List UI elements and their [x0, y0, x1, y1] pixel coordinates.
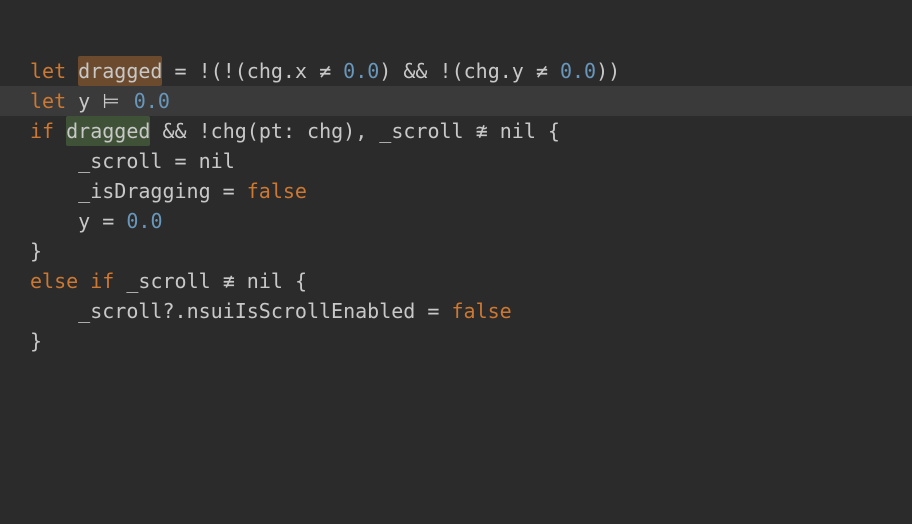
keyword-let: let [30, 56, 66, 86]
literal-false: false [451, 296, 511, 326]
keyword-let: let [30, 86, 66, 116]
code-line[interactable]: _isDragging = false [0, 176, 912, 206]
lparen: ( [211, 56, 223, 86]
op-not: ! [199, 116, 211, 146]
op-ne: ≠ [319, 56, 331, 86]
code-line[interactable]: _scroll = nil [0, 146, 912, 176]
op-and: && [403, 56, 427, 86]
literal-nil: nil [247, 266, 283, 296]
identifier-chg: chg [247, 56, 283, 86]
keyword-if: if [30, 116, 54, 146]
identifier-y: y [78, 86, 90, 116]
code-line-current[interactable]: let y ⊨ 0.0 [0, 86, 912, 116]
code-line[interactable]: _scroll?.nsuiIsScrollEnabled = false [0, 296, 912, 326]
literal-nil: nil [199, 146, 235, 176]
op-ncongr: ≇ [476, 116, 488, 146]
identifier-chg: chg [307, 116, 343, 146]
indent [30, 146, 78, 176]
literal-false: false [247, 176, 307, 206]
identifier-y: y [512, 56, 524, 86]
lparen: ( [452, 56, 464, 86]
identifier-chg: chg [211, 116, 247, 146]
op-assign: = [102, 206, 114, 236]
code-editor[interactable]: let dragged = !(!(chg.x ≠ 0.0) && !(chg.… [0, 56, 912, 356]
code-line[interactable]: else if _scroll ≢ nil { [0, 266, 912, 296]
code-line[interactable]: let dragged = !(!(chg.x ≠ 0.0) && !(chg.… [0, 56, 912, 86]
op-not: ! [440, 56, 452, 86]
op-assign: = [427, 296, 439, 326]
indent [30, 206, 78, 236]
identifier-x: x [295, 56, 307, 86]
code-line[interactable]: y = 0.0 [0, 206, 912, 236]
identifier-isDragging: _isDragging [78, 176, 210, 206]
identifier-nsuiIsScrollEnabled: nsuiIsScrollEnabled [187, 296, 416, 326]
rbrace: } [30, 236, 42, 266]
lbrace: { [295, 266, 307, 296]
identifier-dragged: dragged [66, 116, 150, 146]
dot: . [500, 56, 512, 86]
rparen: ) [596, 56, 608, 86]
rbrace: } [30, 326, 42, 356]
param-pt: pt [259, 116, 283, 146]
op-not: ! [223, 56, 235, 86]
number-zero: 0.0 [560, 56, 596, 86]
colon: : [283, 116, 295, 146]
identifier-chg: chg [464, 56, 500, 86]
op-qmark: ? [162, 296, 174, 326]
lparen: ( [235, 56, 247, 86]
code-line[interactable]: } [0, 326, 912, 356]
identifier-scroll: _scroll [126, 266, 210, 296]
literal-nil: nil [500, 116, 536, 146]
op-assign: = [223, 176, 235, 206]
code-line[interactable]: } [0, 236, 912, 266]
identifier-scroll: _scroll [78, 296, 162, 326]
op-assign: = [175, 146, 187, 176]
indent [30, 296, 78, 326]
code-line[interactable]: if dragged && !chg(pt: chg), _scroll ≇ n… [0, 116, 912, 146]
op-ne: ≠ [536, 56, 548, 86]
identifier-dragged: dragged [78, 56, 162, 86]
identifier-y: y [78, 206, 90, 236]
op-not: ! [199, 56, 211, 86]
keyword-if: if [90, 266, 114, 296]
rparen: ) [343, 116, 355, 146]
op-and: && [162, 116, 186, 146]
keyword-else: else [30, 266, 78, 296]
number-zero: 0.0 [134, 86, 170, 116]
text-cursor [120, 90, 122, 112]
lbrace: { [548, 116, 560, 146]
op-equiv: ⊨ [102, 86, 119, 116]
rparen: ) [608, 56, 620, 86]
indent [30, 176, 78, 206]
op-nequiv: ≢ [223, 266, 235, 296]
identifier-scroll: _scroll [78, 146, 162, 176]
number-zero: 0.0 [343, 56, 379, 86]
identifier-scroll: _scroll [379, 116, 463, 146]
rparen: ) [379, 56, 391, 86]
number-zero: 0.0 [126, 206, 162, 236]
lparen: ( [247, 116, 259, 146]
dot: . [175, 296, 187, 326]
dot: . [283, 56, 295, 86]
comma: , [355, 116, 367, 146]
op-assign: = [175, 56, 187, 86]
